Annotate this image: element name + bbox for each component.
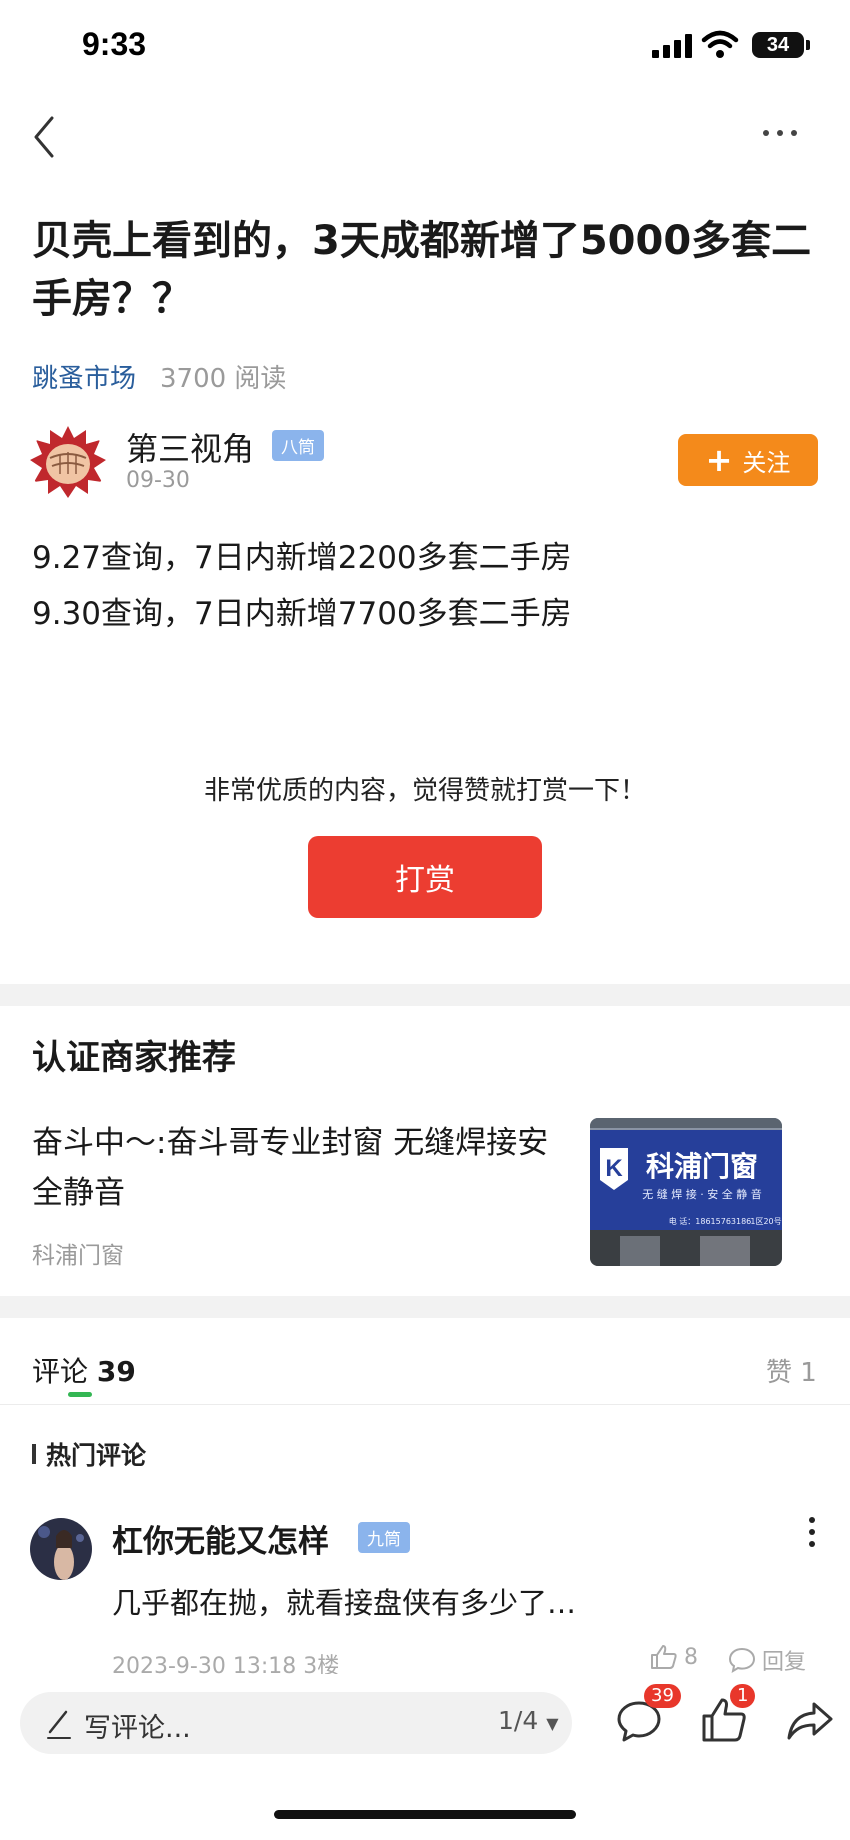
reply-icon (728, 1647, 756, 1673)
comments-tab-label: 评论 (32, 1355, 89, 1388)
ad-image-subtitle: 无 缝 焊 接 · 安 全 静 音 (642, 1187, 761, 1201)
comment-text: 几乎都在抛，就看接盘侠有多少了… (112, 1586, 577, 1620)
author-avatar[interactable] (30, 424, 106, 500)
tab-comments[interactable]: 评论 39 (32, 1350, 136, 1390)
author-level-badge: 八筒 (272, 430, 324, 461)
reward-button[interactable]: 打赏 (308, 836, 542, 918)
caret-down-icon: ▼ (546, 1714, 559, 1733)
comment-input-placeholder[interactable]: 写评论... (84, 1706, 191, 1745)
battery-icon: 34 (752, 32, 804, 58)
tab-likes[interactable]: 赞 1 (766, 1352, 817, 1389)
active-tab-indicator (68, 1392, 92, 1397)
merchant-ad-image[interactable]: K 科浦门窗 无 缝 焊 接 · 安 全 静 音 电 话：18615763186… (590, 1118, 782, 1266)
back-icon[interactable] (30, 112, 62, 162)
commenter-name[interactable]: 杠你无能又怎样 (112, 1516, 329, 1561)
more-icon[interactable] (760, 118, 800, 148)
merchant-ad-text[interactable]: 奋斗中～:奋斗哥专业封窗 无缝焊接安全静音 (32, 1118, 572, 1218)
cellular-signal-icon (652, 34, 692, 58)
comments-count: 39 (96, 1355, 136, 1388)
comment-reply-label: 回复 (762, 1650, 807, 1675)
wifi-icon (701, 30, 739, 58)
follow-button[interactable]: + 关注 (678, 434, 818, 486)
author-name[interactable]: 第三视角 (126, 424, 254, 470)
commenter-avatar[interactable] (30, 1518, 92, 1580)
pencil-icon (47, 1710, 71, 1739)
battery-tip (806, 40, 810, 50)
hot-comments-marker (32, 1444, 36, 1464)
page-selector[interactable]: 1/4 ▼ (498, 1706, 559, 1735)
thumbs-up-icon (651, 1645, 677, 1669)
comment-like-button[interactable]: 8 (650, 1644, 698, 1670)
status-time: 9:33 (82, 26, 147, 62)
tabs-divider (0, 1404, 850, 1405)
read-count: 3700 阅读 (160, 364, 287, 394)
post-title: 贝壳上看到的，3天成都新增了5000多套二手房？？ (32, 218, 812, 322)
page-indicator: 1/4 (498, 1706, 539, 1735)
merchant-name: 科浦门窗 (32, 1243, 124, 1269)
share-icon[interactable] (786, 1700, 834, 1742)
section-divider (0, 984, 850, 1006)
reward-prompt: 非常优质的内容，觉得赞就打赏一下！ (203, 776, 646, 806)
ad-image-title: 科浦门窗 (646, 1150, 758, 1183)
section-divider (0, 1296, 850, 1318)
ad-image-phone: 电 话：18615763186 (669, 1216, 752, 1226)
comment-more-icon[interactable] (802, 1512, 822, 1552)
svg-text:K: K (605, 1155, 623, 1182)
comment-count-badge: 39 (644, 1684, 681, 1708)
post-body-line: 9.27查询，7日内新增2200多套二手房 (32, 540, 572, 576)
plus-icon: + (705, 441, 733, 479)
post-date: 09-30 (126, 468, 190, 493)
comment-like-count: 8 (684, 1644, 698, 1670)
forum-link[interactable]: 跳蚤市场 (32, 358, 136, 395)
ad-image-address: 1区20号 (750, 1217, 781, 1226)
home-indicator (274, 1810, 576, 1819)
commenter-level-badge: 九筒 (358, 1522, 410, 1553)
post-body-line: 9.30查询，7日内新增7700多套二手房 (32, 596, 572, 632)
hot-comments-label: 热门评论 (46, 1441, 147, 1470)
follow-label: 关注 (742, 448, 791, 477)
comment-reply-button[interactable]: 回复 (728, 1644, 806, 1676)
merchant-section-title: 认证商家推荐 (32, 1038, 236, 1078)
